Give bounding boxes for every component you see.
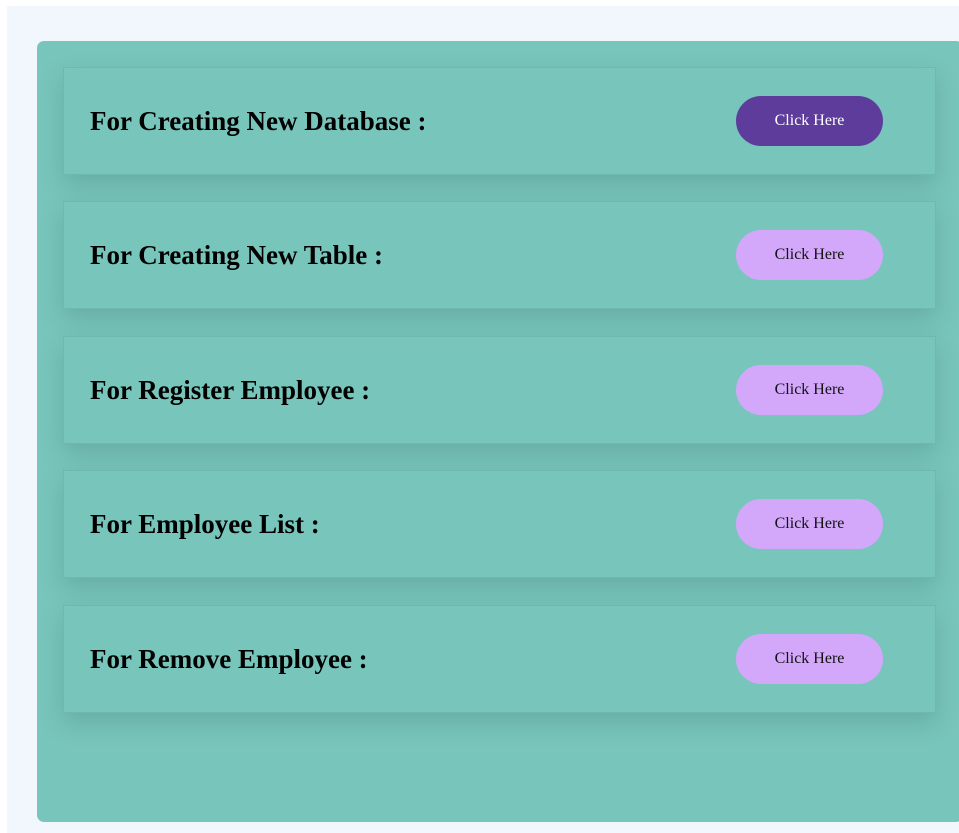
register-employee-label: For Register Employee : — [90, 374, 371, 405]
register-employee-button[interactable]: Click Here — [736, 365, 883, 415]
card-register-employee: For Register Employee : Click Here — [63, 336, 936, 444]
employee-list-button[interactable]: Click Here — [736, 499, 883, 549]
remove-employee-button[interactable]: Click Here — [736, 634, 883, 684]
card-create-database: For Creating New Database : Click Here — [63, 67, 936, 175]
create-database-button[interactable]: Click Here — [736, 96, 883, 146]
card-create-table: For Creating New Table : Click Here — [63, 201, 936, 309]
card-employee-list: For Employee List : Click Here — [63, 470, 936, 578]
create-table-button[interactable]: Click Here — [736, 230, 883, 280]
remove-employee-label: For Remove Employee : — [90, 643, 368, 674]
create-database-label: For Creating New Database : — [90, 105, 427, 136]
create-table-label: For Creating New Table : — [90, 239, 383, 270]
card-remove-employee: For Remove Employee : Click Here — [63, 605, 936, 713]
page-background: For Creating New Database : Click Here F… — [7, 6, 959, 833]
employee-list-label: For Employee List : — [90, 508, 320, 539]
menu-panel: For Creating New Database : Click Here F… — [37, 41, 959, 822]
